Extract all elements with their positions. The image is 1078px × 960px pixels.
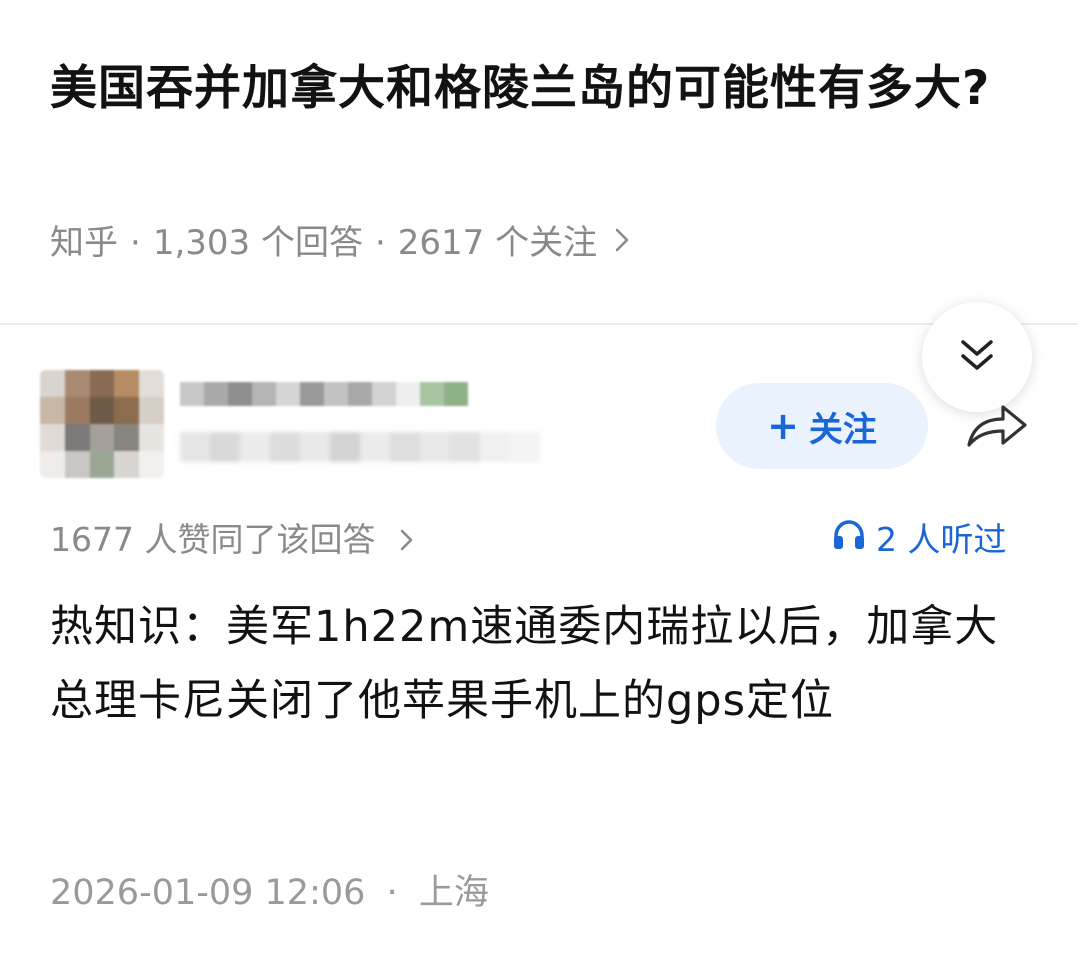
likes-label: 1677 人赞同了该回答 bbox=[50, 520, 376, 559]
section-divider bbox=[0, 323, 1078, 325]
separator-dot: · bbox=[374, 223, 386, 263]
plus-icon: + bbox=[767, 404, 799, 448]
chevron-right-icon bbox=[400, 525, 413, 558]
avatar[interactable] bbox=[40, 370, 164, 478]
answer-count: 1,303 个回答 bbox=[152, 223, 363, 263]
follower-count: 2617 个关注 bbox=[397, 223, 598, 263]
separator-dot: · bbox=[130, 223, 141, 263]
author-name-blurred[interactable] bbox=[180, 382, 468, 406]
answer-body[interactable]: 热知识：美军1h22m速通委内瑞拉以后，加拿大总理卡尼关闭了他苹果手机上的gps… bbox=[50, 590, 1040, 738]
likes-count[interactable]: 1677 人赞同了该回答 bbox=[50, 515, 413, 567]
author-bio-blurred bbox=[180, 432, 540, 462]
share-button[interactable] bbox=[960, 398, 1032, 458]
answer-footer: 2026-01-09 12:06 · 上海 bbox=[50, 868, 489, 918]
location: 上海 bbox=[418, 873, 489, 913]
separator-dot: · bbox=[386, 873, 398, 913]
share-icon bbox=[963, 401, 1029, 455]
question-title[interactable]: 美国吞并加拿大和格陵兰岛的可能性有多大? bbox=[50, 48, 1030, 130]
question-meta[interactable]: 知乎 · 1,303 个回答 · 2617 个关注 bbox=[50, 218, 629, 268]
follow-label: 关注 bbox=[808, 409, 877, 450]
source-label: 知乎 bbox=[50, 223, 118, 263]
timestamp: 2026-01-09 12:06 bbox=[50, 873, 366, 913]
double-chevron-down-icon bbox=[959, 338, 995, 376]
chevron-right-icon bbox=[615, 218, 629, 268]
headphones-icon bbox=[832, 515, 876, 565]
author-info[interactable] bbox=[40, 370, 560, 510]
answer-page: 美国吞并加拿大和格陵兰岛的可能性有多大? 知乎 · 1,303 个回答 · 26… bbox=[0, 0, 1078, 960]
listened-count[interactable]: 2 人听过 bbox=[832, 515, 1007, 565]
collapse-button[interactable] bbox=[922, 302, 1032, 412]
listened-label: 2 人听过 bbox=[876, 520, 1007, 559]
follow-button[interactable]: + 关注 bbox=[716, 383, 928, 469]
